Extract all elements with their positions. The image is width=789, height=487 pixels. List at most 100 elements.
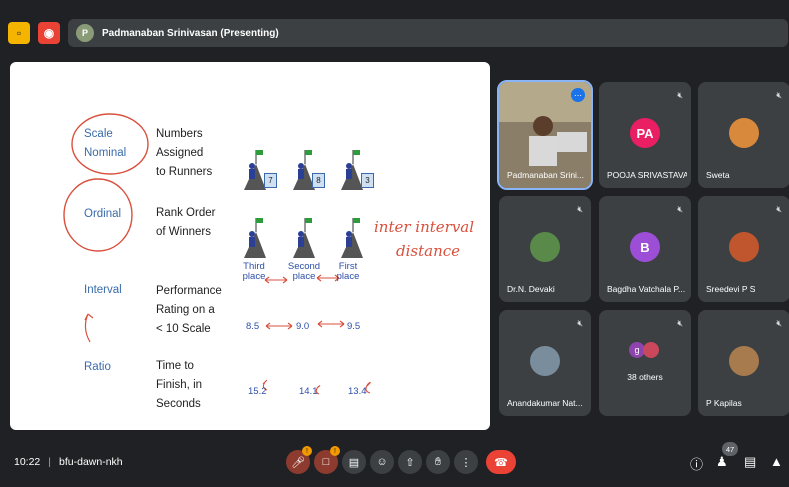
runner-figure <box>244 218 266 258</box>
scale-header: Scale <box>84 128 113 140</box>
participant-tile[interactable]: 🔇︎ PA POOJA SRIVASTAVA <box>599 82 691 188</box>
nominal-desc-2: Assigned <box>156 147 204 159</box>
camera-toggle-button[interactable]: □! <box>314 446 340 474</box>
participant-name: Dr.N. Devaki <box>507 284 555 294</box>
participant-name: Padmanaban Srini... <box>507 170 585 180</box>
meeting-info: 10:22 | bfu-dawn-nkh <box>14 456 123 468</box>
presenter-avatar: P <box>76 24 94 42</box>
ratio-desc-1: Time to <box>156 360 194 372</box>
leave-call-button[interactable]: ☎ <box>486 450 516 474</box>
captions-button[interactable]: ▤ <box>342 450 366 474</box>
place-label-first: First place <box>336 261 360 282</box>
interval-desc-2: Rating on a <box>156 304 215 316</box>
participant-tile[interactable]: 🔇︎ Sreedevi P S <box>698 196 789 302</box>
slides-icon[interactable]: ▫ <box>8 22 30 44</box>
interval-value: 9.0 <box>296 321 310 332</box>
present-button[interactable]: ⇧ <box>398 450 422 474</box>
emoji-button[interactable]: ☺ <box>370 450 394 474</box>
participant-avatar: B <box>630 232 660 262</box>
participant-avatar <box>530 346 560 376</box>
place-label-second: Second place <box>287 261 321 282</box>
ink-arrow-interval-1 <box>265 322 293 330</box>
presented-slide: Scale Nominal Ordinal Interval Ratio Num… <box>10 62 490 430</box>
participant-tile[interactable]: ⋯ Padmanaban Srini... <box>497 80 593 190</box>
others-count: 38 others <box>627 372 663 382</box>
scale-interval: Interval <box>84 284 122 296</box>
activities-icon[interactable]: ▲ <box>770 454 783 469</box>
ink-squiggle-3 <box>365 381 371 394</box>
participant-name: Bagdha Vatchala P... <box>607 284 686 294</box>
participant-name: Sreedevi P S <box>706 284 756 294</box>
scale-nominal: Nominal <box>84 147 127 159</box>
mic-toggle-button[interactable]: 🎤︎! <box>286 446 312 474</box>
participant-name: P Kapilas <box>706 398 742 408</box>
interval-desc-3: < 10 Scale <box>156 323 211 335</box>
mic-off-icon: 🔇︎ <box>677 318 683 328</box>
runner-number-badge: 7 <box>264 173 277 188</box>
participant-avatar <box>643 342 659 358</box>
handwriting-line-1: inter interval <box>374 218 475 236</box>
ratio-value: 14.1 <box>299 386 318 397</box>
presenter-label: Padmanaban Srinivasan (Presenting) <box>102 27 279 39</box>
runner-figure <box>293 218 315 258</box>
participant-tile[interactable]: 🔇︎ B Bagdha Vatchala P... <box>599 196 691 302</box>
ratio-value: 13.4 <box>348 386 367 397</box>
more-options-button[interactable]: ⋮ <box>454 450 478 474</box>
people-icon[interactable]: ♟ <box>716 454 728 470</box>
interval-value: 9.5 <box>347 321 361 332</box>
nominal-desc-1: Numbers <box>156 128 203 140</box>
ratio-desc-3: Seconds <box>156 398 201 410</box>
people-count-badge: 47 <box>722 442 738 456</box>
participant-avatar <box>729 232 759 262</box>
raise-hand-button[interactable]: ✋︎ <box>426 450 450 474</box>
runner-number-badge: 3 <box>361 173 374 188</box>
participant-name: Sweta <box>706 170 730 180</box>
separator: | <box>48 456 52 468</box>
ordinal-desc-2: of Winners <box>156 226 211 238</box>
more-options-icon[interactable]: ⋯ <box>571 88 585 102</box>
participant-avatar <box>530 232 560 262</box>
warning-icon: ! <box>330 446 340 456</box>
ratio-desc-2: Finish, in <box>156 379 203 391</box>
bottom-bar: 10:22 | bfu-dawn-nkh 🎤︎! □! ▤ ☺ ⇧ ✋︎ ⋮ ☎… <box>0 442 789 480</box>
handwriting-line-2: distance <box>396 242 461 260</box>
clock: 10:22 <box>14 456 41 468</box>
chat-icon[interactable]: ▤ <box>744 454 756 470</box>
info-icon[interactable]: ⓘ <box>690 454 703 473</box>
mic-off-icon: 🔇︎ <box>577 318 583 328</box>
runner-figure <box>341 218 363 258</box>
participant-tile[interactable]: 🔇︎ Anandakumar Nat... <box>499 310 591 416</box>
participant-tile[interactable]: 🔇︎ Dr.N. Devaki <box>499 196 591 302</box>
scale-ordinal: Ordinal <box>84 208 122 220</box>
participant-avatar <box>729 346 759 376</box>
presenter-pill[interactable]: P Padmanaban Srinivasan (Presenting) <box>68 19 788 47</box>
top-bar: ▫ ◉ P Padmanaban Srinivasan (Presenting) <box>8 18 788 48</box>
meet-window: ▫ ◉ P Padmanaban Srinivasan (Presenting)… <box>0 0 789 487</box>
participant-avatar: PA <box>630 118 660 148</box>
ink-arrow-interval-2 <box>317 320 345 328</box>
others-tile[interactable]: 🔇︎ g 38 others <box>599 310 691 416</box>
nominal-desc-3: to Runners <box>156 166 213 178</box>
ink-arrow-interval <box>84 313 94 343</box>
participant-name: POOJA SRIVASTAVA <box>607 170 687 180</box>
mic-off-icon: 🔇︎ <box>677 204 683 214</box>
mic-off-icon: 🔇︎ <box>776 318 782 328</box>
mic-off-icon: 🔇︎ <box>776 204 782 214</box>
mic-off-icon: 🔇︎ <box>776 90 782 100</box>
ordinal-desc-1: Rank Order <box>156 207 216 219</box>
interval-desc-1: Performance <box>156 285 222 297</box>
meeting-code: bfu-dawn-nkh <box>59 456 123 468</box>
interval-value: 8.5 <box>246 321 260 332</box>
participant-tile[interactable]: 🔇︎ Sweta <box>698 82 789 188</box>
ratio-value: 15.2 <box>248 386 267 397</box>
runner-number-badge: 8 <box>312 173 325 188</box>
warning-icon: ! <box>302 446 312 456</box>
mic-off-icon: 🔇︎ <box>577 204 583 214</box>
participant-tile[interactable]: 🔇︎ P Kapilas <box>698 310 789 416</box>
participant-avatar <box>729 118 759 148</box>
place-label-third: Third place <box>242 261 266 282</box>
record-icon[interactable]: ◉ <box>38 22 60 44</box>
participant-name: Anandakumar Nat... <box>507 398 583 408</box>
mic-off-icon: 🔇︎ <box>677 90 683 100</box>
scale-ratio: Ratio <box>84 361 111 373</box>
